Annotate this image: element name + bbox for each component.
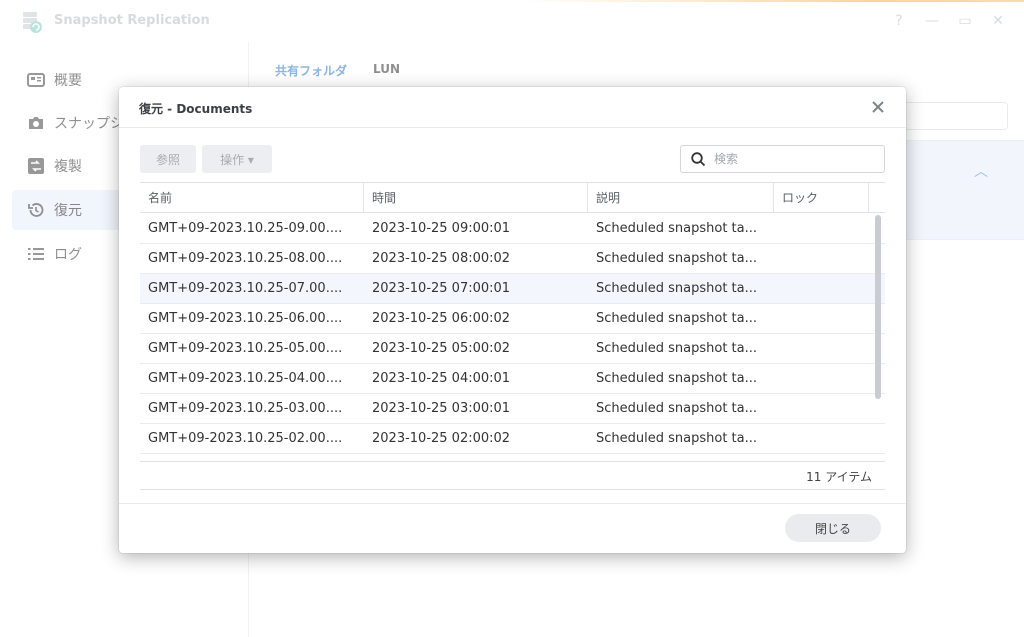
divider — [119, 127, 906, 128]
column-header-time[interactable]: 時間 — [364, 183, 588, 213]
cell-description: Scheduled snapshot ta... — [596, 311, 758, 326]
cell-description: Scheduled snapshot ta... — [596, 371, 758, 386]
cell-name: GMT+09-2023.10.25-06.00.... — [148, 311, 343, 326]
column-header-lock[interactable]: ロック — [774, 183, 869, 213]
table-scrollbar[interactable] — [875, 215, 881, 399]
cell-time: 2023-10-25 04:00:01 — [372, 371, 511, 386]
close-button[interactable]: 閉じる — [785, 514, 881, 542]
cell-time: 2023-10-25 02:00:02 — [372, 431, 511, 446]
cell-description: Scheduled snapshot ta... — [596, 281, 758, 296]
search-icon — [691, 151, 706, 166]
cell-name: GMT+09-2023.10.25-07.00.... — [148, 281, 343, 296]
cell-description: Scheduled snapshot ta... — [596, 431, 758, 446]
cell-name: GMT+09-2023.10.25-09.00.... — [148, 221, 343, 236]
cell-name: GMT+09-2023.10.25-03.00.... — [148, 401, 343, 416]
column-header-description[interactable]: 説明 — [588, 183, 774, 213]
divider — [140, 489, 885, 490]
cell-name: GMT+09-2023.10.25-02.00.... — [148, 431, 343, 446]
cell-description: Scheduled snapshot ta... — [596, 401, 758, 416]
dialog-title: 復元 - Documents — [139, 102, 253, 116]
cell-lock — [774, 424, 869, 454]
table-row[interactable]: GMT+09-2023.10.25-02.00.... 2023-10-25 0… — [140, 424, 885, 454]
cell-time: 2023-10-25 03:00:01 — [372, 401, 511, 416]
table-row[interactable]: GMT+09-2023.10.25-04.00.... 2023-10-25 0… — [140, 364, 885, 394]
cell-lock — [774, 274, 869, 304]
restore-dialog: 復元 - Documents 参照 操作 ▾ 名前 時間 説明 ロック GMT+… — [119, 87, 906, 553]
cell-lock — [774, 394, 869, 424]
table-row[interactable]: GMT+09-2023.10.25-07.00.... 2023-10-25 0… — [140, 274, 885, 304]
cell-lock — [774, 364, 869, 394]
cell-lock — [774, 214, 869, 244]
table-body: GMT+09-2023.10.25-09.00.... 2023-10-25 0… — [140, 214, 885, 454]
cell-time: 2023-10-25 08:00:02 — [372, 251, 511, 266]
cell-lock — [774, 334, 869, 364]
cell-name: GMT+09-2023.10.25-04.00.... — [148, 371, 343, 386]
table-row[interactable]: GMT+09-2023.10.25-06.00.... 2023-10-25 0… — [140, 304, 885, 334]
cell-time: 2023-10-25 05:00:02 — [372, 341, 511, 356]
table-row[interactable]: GMT+09-2023.10.25-09.00.... 2023-10-25 0… — [140, 214, 885, 244]
table-row[interactable]: GMT+09-2023.10.25-03.00.... 2023-10-25 0… — [140, 394, 885, 424]
cell-lock — [774, 304, 869, 334]
table-header: 名前 時間 説明 ロック — [140, 183, 885, 213]
cell-time: 2023-10-25 09:00:01 — [372, 221, 511, 236]
close-icon[interactable] — [870, 99, 886, 115]
divider — [119, 503, 906, 504]
cell-name: GMT+09-2023.10.25-05.00.... — [148, 341, 343, 356]
item-count: 11 アイテム — [806, 470, 872, 484]
table-row[interactable]: GMT+09-2023.10.25-08.00.... 2023-10-25 0… — [140, 244, 885, 274]
cell-time: 2023-10-25 07:00:01 — [372, 281, 511, 296]
search-input[interactable] — [714, 152, 874, 166]
browse-button[interactable]: 参照 — [140, 145, 196, 173]
table-row[interactable]: GMT+09-2023.10.25-05.00.... 2023-10-25 0… — [140, 334, 885, 364]
cell-name: GMT+09-2023.10.25-08.00.... — [148, 251, 343, 266]
action-dropdown-button[interactable]: 操作 ▾ — [202, 145, 272, 173]
cell-lock — [774, 244, 869, 274]
cell-description: Scheduled snapshot ta... — [596, 221, 758, 236]
search-box[interactable] — [680, 145, 885, 173]
column-header-name[interactable]: 名前 — [140, 183, 364, 213]
cell-description: Scheduled snapshot ta... — [596, 251, 758, 266]
cell-description: Scheduled snapshot ta... — [596, 341, 758, 356]
cell-time: 2023-10-25 06:00:02 — [372, 311, 511, 326]
snapshot-table: 名前 時間 説明 ロック GMT+09-2023.10.25-09.00....… — [140, 182, 885, 462]
